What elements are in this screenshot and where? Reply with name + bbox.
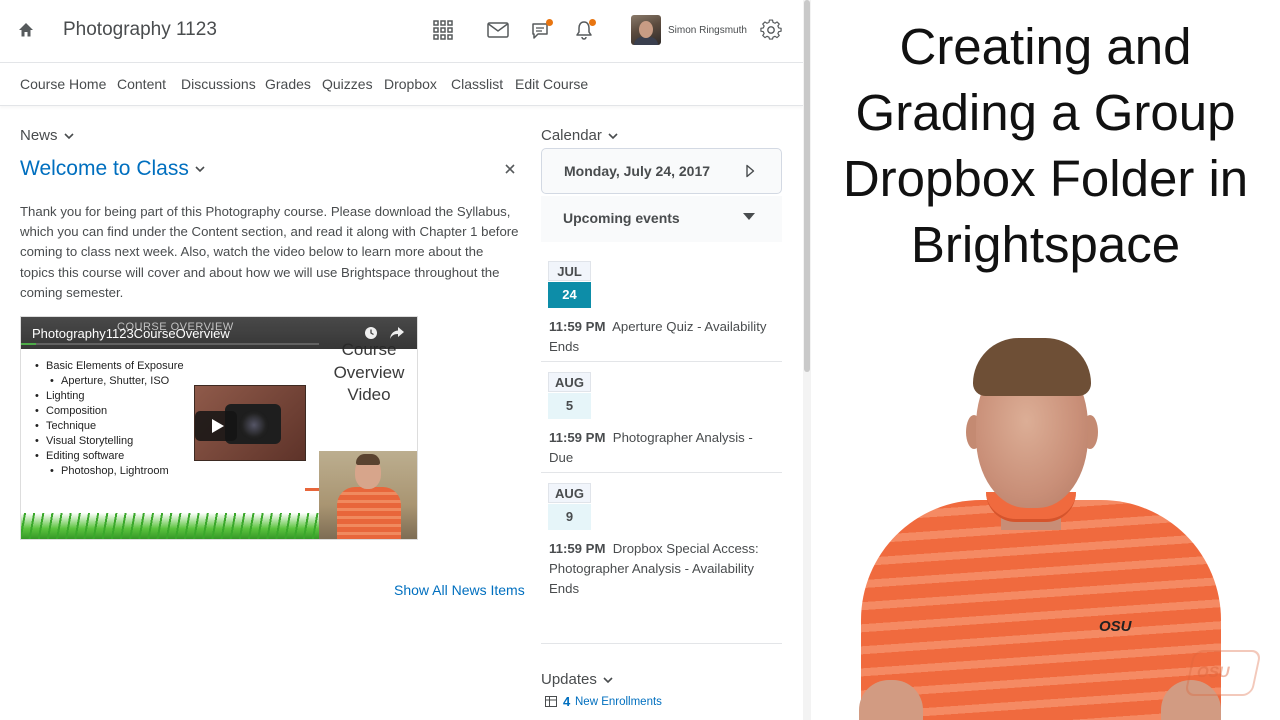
news-item-body: Thank you for being part of this Photogr… [20, 204, 519, 300]
slide-bullet: Photoshop, Lightroom [35, 464, 184, 479]
video-titlebar: COURSE OVERVIEW Photography1123CourseOve… [21, 317, 417, 349]
slide-bullet: Aperture, Shutter, ISO [35, 374, 184, 389]
nav-item-edit-course[interactable]: Edit Course [515, 76, 588, 92]
share-icon[interactable] [389, 326, 405, 340]
calendar-date: Monday, July 24, 2017 [564, 163, 711, 179]
presenter-thumbnail [319, 451, 417, 539]
presenter-video-panel: Creating and Grading a Group Dropbox Fol… [811, 0, 1280, 720]
enrollment-link[interactable]: New Enrollments [575, 696, 662, 708]
video-progress-fill [21, 343, 36, 345]
event-day: 24 [548, 282, 591, 308]
notification-dot [546, 19, 553, 26]
news-item-title-text: Welcome to Class [20, 157, 189, 180]
user-name[interactable]: Simon Ringsmuth [668, 25, 747, 36]
event-text[interactable]: 11:59 PM Photographer Analysis - Due [549, 428, 777, 468]
divider [541, 472, 782, 473]
presenter: OSU [859, 330, 1221, 720]
caret-down-icon [743, 213, 755, 220]
show-all-news-link[interactable]: Show All News Items [394, 582, 525, 598]
calendar-event[interactable]: JUL 24 11:59 PM Aperture Quiz - Availabi… [541, 261, 782, 362]
chevron-down-icon [63, 132, 74, 139]
news-widget-title[interactable]: News [20, 127, 74, 144]
calendar-event[interactable]: AUG 5 11:59 PM Photographer Analysis - D… [541, 372, 782, 473]
nav-item-dropbox[interactable]: Dropbox [384, 76, 437, 92]
page-scrollbar[interactable] [803, 0, 811, 720]
event-text[interactable]: 11:59 PM Aperture Quiz - Availability En… [549, 317, 777, 357]
slide-bullet: Lighting [35, 389, 184, 404]
scrollbar-thumb[interactable] [804, 0, 810, 372]
nav-item-discussions[interactable]: Discussions [181, 76, 256, 92]
presenter-hair [973, 338, 1091, 396]
university-logo-watermark: OSU [1184, 650, 1262, 696]
event-month: JUL [548, 261, 591, 281]
news-label: News [20, 127, 58, 144]
chevron-right-icon[interactable] [745, 164, 755, 178]
chevron-down-icon [603, 676, 613, 683]
slide-bullet: Editing software [35, 449, 184, 464]
course-title[interactable]: Photography 1123 [63, 19, 217, 41]
nav-item-quizzes[interactable]: Quizzes [322, 76, 373, 92]
nav-item-grades[interactable]: Grades [265, 76, 311, 92]
video-title[interactable]: Photography1123CourseOverview [32, 326, 230, 341]
chevron-down-icon [608, 132, 618, 139]
calendar-event[interactable]: AUG 9 11:59 PM Dropbox Special Access: P… [541, 483, 782, 603]
slide-accent-line [305, 488, 319, 491]
video-slide-bullets: Basic Elements of Exposure Aperture, Shu… [35, 359, 184, 479]
minibar: Photography 1123 Simon Ringsmuth [0, 0, 803, 62]
play-button[interactable] [195, 411, 237, 441]
upcoming-events-label: Upcoming events [563, 210, 680, 226]
grass-graphic [21, 513, 319, 539]
tutorial-title: Creating and Grading a Group Dropbox Fol… [842, 18, 1249, 273]
watermark-text: OSU [1195, 664, 1232, 681]
calendar-widget-title[interactable]: Calendar [541, 127, 618, 144]
event-month: AUG [548, 372, 591, 392]
bell-icon[interactable] [570, 16, 598, 44]
clock-icon[interactable] [364, 326, 378, 340]
brightspace-window: Photography 1123 Simon Ringsmuth Course … [0, 0, 803, 720]
calendar-date-selector[interactable]: Monday, July 24, 2017 [541, 148, 782, 194]
nav-item-classlist[interactable]: Classlist [451, 76, 503, 92]
calendar-label: Calendar [541, 127, 602, 144]
event-time: 11:59 PM [549, 430, 606, 445]
event-month: AUG [548, 483, 591, 503]
slide-bullet: Composition [35, 404, 184, 419]
waffle-grid-icon[interactable] [429, 16, 457, 44]
enrollment-count[interactable]: 4 [563, 694, 570, 709]
slide-bullet: Basic Elements of Exposure [35, 359, 184, 374]
close-icon[interactable] [503, 162, 517, 176]
event-day: 9 [548, 504, 591, 530]
shirt-logo: OSU [1099, 618, 1132, 635]
divider [541, 361, 782, 362]
video-heading: Course Overview Video [333, 340, 405, 404]
upcoming-events-toggle[interactable]: Upcoming events [541, 196, 782, 242]
updates-widget-title[interactable]: Updates [541, 671, 613, 688]
home-icon[interactable] [17, 21, 35, 39]
event-text[interactable]: 11:59 PM Dropbox Special Access: Photogr… [549, 539, 777, 599]
event-day: 5 [548, 393, 591, 419]
slide-bullet: Visual Storytelling [35, 434, 184, 449]
course-navbar: Course Home Content Discussions Grades Q… [0, 62, 803, 106]
event-time: 11:59 PM [549, 541, 606, 556]
video-progress-bar[interactable] [21, 343, 319, 345]
news-item-title[interactable]: Welcome to Class [20, 157, 205, 181]
avatar[interactable] [631, 15, 661, 45]
embedded-video[interactable]: Basic Elements of Exposure Aperture, Shu… [20, 316, 418, 540]
chevron-down-icon [195, 166, 205, 173]
enrollment-icon [545, 696, 557, 707]
notification-dot [589, 19, 596, 26]
gear-icon[interactable] [757, 16, 785, 44]
slide-bullet: Technique [35, 419, 184, 434]
presenter-shirt [861, 500, 1221, 720]
nav-item-course-home[interactable]: Course Home [20, 76, 106, 92]
nav-item-content[interactable]: Content [117, 76, 166, 92]
chat-bubble-icon[interactable] [527, 16, 555, 44]
envelope-icon[interactable] [484, 16, 512, 44]
event-time: 11:59 PM [549, 319, 606, 334]
divider [541, 643, 782, 644]
updates-label: Updates [541, 671, 597, 688]
